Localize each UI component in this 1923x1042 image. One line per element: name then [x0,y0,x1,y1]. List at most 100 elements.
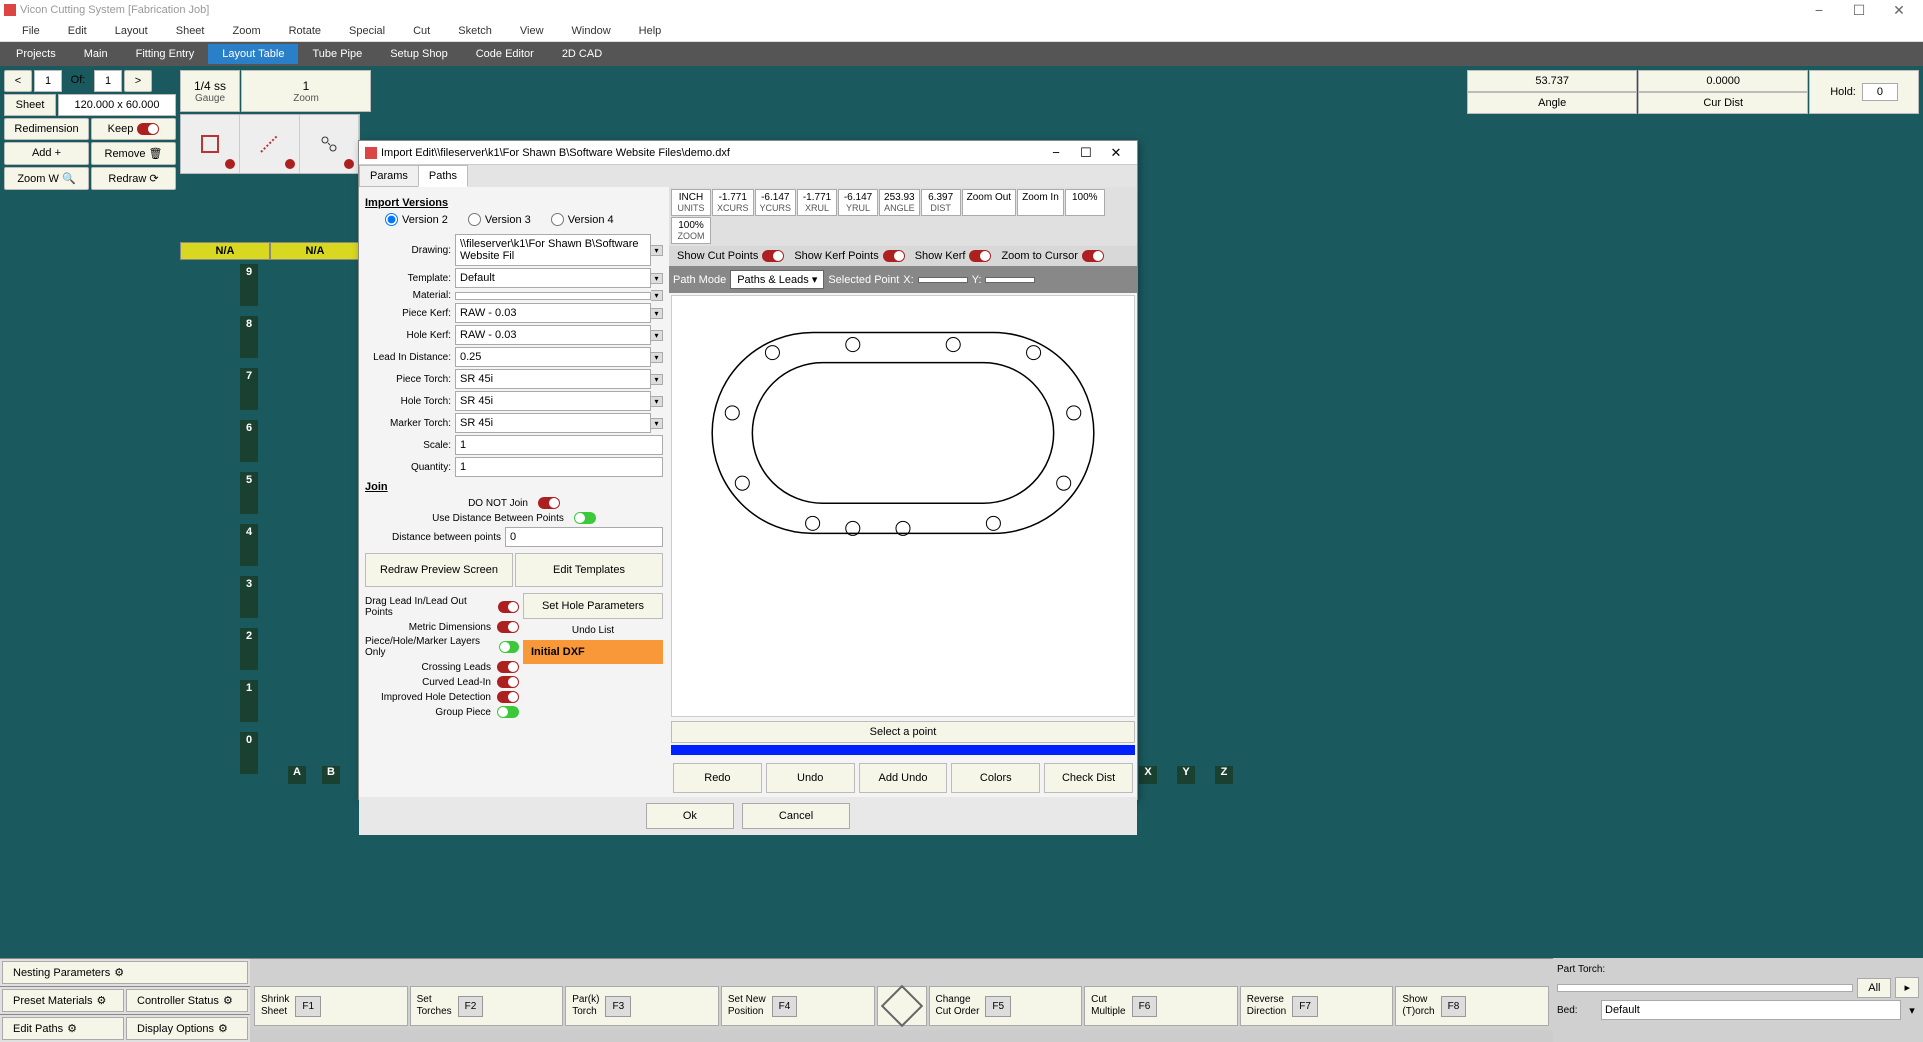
menu-edit[interactable]: Edit [54,25,101,37]
preview-canvas[interactable] [671,295,1135,717]
sheet-dims-input[interactable]: 120.000 x 60.000 [58,94,176,116]
menu-file[interactable]: File [8,25,54,37]
zoom-w-button[interactable]: Zoom W 🔍 [4,167,89,190]
fkey-f7[interactable]: ReverseDirectionF7 [1240,986,1394,1026]
keep-toggle[interactable]: Keep [91,118,176,140]
piece-kerf-input[interactable]: RAW - 0.03 [455,303,651,323]
template-input[interactable]: Default [455,268,651,288]
menu-rotate[interactable]: Rotate [275,25,335,37]
toolbar-main[interactable]: Main [70,44,122,64]
version-3-radio[interactable]: Version 3 [468,213,531,226]
fkey-f6[interactable]: CutMultipleF6 [1084,986,1238,1026]
redraw-button[interactable]: Redraw ⟳ [91,167,176,190]
layers-only-toggle[interactable] [499,641,519,653]
minimize-button[interactable]: − [1799,2,1839,18]
redraw-preview-button[interactable]: Redraw Preview Screen [365,553,513,587]
menu-layout[interactable]: Layout [101,25,162,37]
toolbar-code-editor[interactable]: Code Editor [462,44,548,64]
tab-paths[interactable]: Paths [418,165,468,187]
controller-status-button[interactable]: Controller Status ⚙ [126,989,248,1012]
fkey-f2[interactable]: SetTorchesF2 [410,986,564,1026]
all-button[interactable]: All [1857,978,1891,998]
redo-button[interactable]: Redo [673,763,762,793]
menu-zoom[interactable]: Zoom [218,25,274,37]
show-kerf-toggle[interactable] [969,250,991,262]
menu-sheet[interactable]: Sheet [162,25,219,37]
dialog-maximize[interactable]: ☐ [1071,145,1101,161]
hold-value[interactable]: 0 [1862,83,1898,101]
sheet-page-input[interactable]: 1 [34,70,62,92]
center-diamond-icon[interactable] [877,986,927,1026]
toolbar-2d-cad[interactable]: 2D CAD [548,44,616,64]
scale-input[interactable]: 1 [455,435,663,455]
menu-help[interactable]: Help [625,25,676,37]
edit-templates-button[interactable]: Edit Templates [515,553,663,587]
add-button[interactable]: Add + [4,142,89,165]
bed-select[interactable]: Default [1601,1000,1901,1020]
maximize-button[interactable]: ☐ [1839,2,1879,19]
distance-points-input[interactable]: 0 [505,527,663,547]
ok-button[interactable]: Ok [646,803,734,829]
dialog-minimize[interactable]: − [1041,145,1071,160]
piece-torch-input[interactable]: SR 45i [455,369,651,389]
selected-x-input[interactable] [918,277,968,283]
display-options-button[interactable]: Display Options ⚙ [126,1017,248,1040]
version-2-radio[interactable]: Version 2 [385,213,448,226]
fkey-f5[interactable]: ChangeCut OrderF5 [929,986,1083,1026]
hole-torch-input[interactable]: SR 45i [455,391,651,411]
topbar-zoom-out[interactable]: Zoom Out [962,189,1016,216]
fkey-f3[interactable]: Par(k)TorchF3 [565,986,719,1026]
menu-view[interactable]: View [506,25,558,37]
preset-materials-button[interactable]: Preset Materials ⚙ [2,989,124,1012]
tool-c[interactable] [300,115,359,173]
zoom-to-cursor-toggle[interactable] [1082,250,1104,262]
marker-torch-input[interactable]: SR 45i [455,413,651,433]
selected-y-input[interactable] [985,277,1035,283]
add-undo-button[interactable]: Add Undo [859,763,948,793]
prev-sheet-button[interactable]: < [4,70,32,92]
fkey-f1[interactable]: ShrinkSheetF1 [254,986,408,1026]
next-sheet-button[interactable]: > [124,70,152,92]
path-mode-select[interactable]: Paths & Leads ▾ [730,270,824,289]
toolbar-tube-pipe[interactable]: Tube Pipe [298,44,376,64]
remove-button[interactable]: Remove 🗑 [91,142,176,165]
undo-button[interactable]: Undo [766,763,855,793]
set-hole-params-button[interactable]: Set Hole Parameters [523,593,663,619]
show-kerf-points-toggle[interactable] [883,250,905,262]
tool-a[interactable] [181,115,240,173]
toolbar-fitting-entry[interactable]: Fitting Entry [122,44,209,64]
part-torch-select[interactable] [1557,984,1853,992]
topbar-zoom-in[interactable]: Zoom In [1017,189,1064,216]
colors-button[interactable]: Colors [951,763,1040,793]
drawing-input[interactable]: \\fileserver\k1\For Shawn B\Software Web… [455,234,651,266]
tool-b[interactable] [240,115,299,173]
topbar-100%[interactable]: 100% [1065,189,1105,216]
hole-kerf-input[interactable]: RAW - 0.03 [455,325,651,345]
metric-toggle[interactable] [497,621,519,633]
next-button[interactable]: ▸ [1895,977,1919,998]
sheet-total-input[interactable]: 1 [94,70,122,92]
menu-sketch[interactable]: Sketch [444,25,506,37]
curved-leadin-toggle[interactable] [497,676,519,688]
topbar-zoom[interactable]: 100%ZOOM [671,217,711,244]
initial-dxf-item[interactable]: Initial DXF [523,640,663,664]
fkey-f4[interactable]: Set NewPositionF4 [721,986,875,1026]
toolbar-layout-table[interactable]: Layout Table [208,44,298,64]
improved-hole-toggle[interactable] [497,691,519,703]
nesting-params-button[interactable]: Nesting Parameters ⚙ [2,961,248,984]
edit-paths-button[interactable]: Edit Paths ⚙ [2,1017,124,1040]
toolbar-projects[interactable]: Projects [2,44,70,64]
group-piece-toggle[interactable] [497,706,519,718]
use-distance-toggle[interactable] [574,512,596,524]
dialog-close[interactable]: ✕ [1101,145,1131,161]
leadin-input[interactable]: 0.25 [455,347,651,367]
show-cut-points-toggle[interactable] [762,250,784,262]
fkey-f8[interactable]: Show(T)orchF8 [1395,986,1549,1026]
close-button[interactable]: ✕ [1879,2,1919,19]
material-input[interactable] [455,292,651,300]
drawing-dropdown[interactable]: ▾ [651,245,663,256]
tab-params[interactable]: Params [359,165,419,187]
crossing-leads-toggle[interactable] [497,661,519,673]
check-dist-button[interactable]: Check Dist [1044,763,1133,793]
menu-special[interactable]: Special [335,25,399,37]
